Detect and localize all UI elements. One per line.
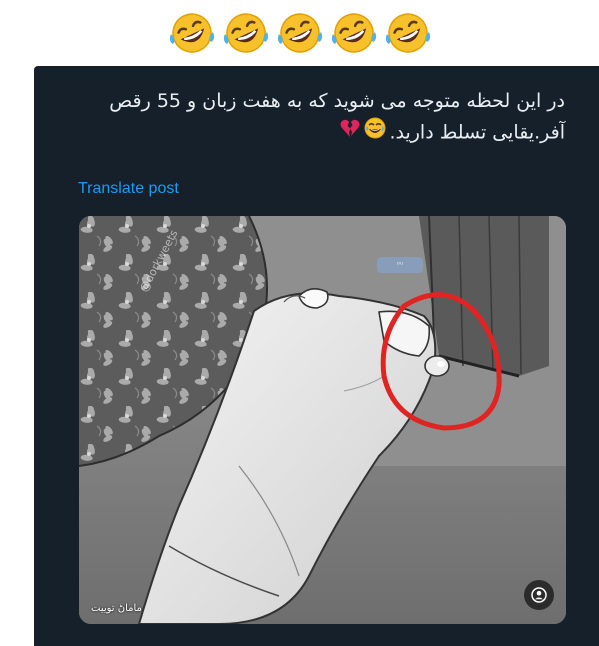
post-text-line-2: آفر.یقایی تسلط دارید. <box>85 117 565 149</box>
rofl-icon <box>220 9 272 57</box>
person-circle-icon <box>531 587 547 603</box>
post-text: در این لحظه متوجه می شوید که به هفت زبان… <box>85 86 565 149</box>
post-text-line-2-text: آفر.یقایی تسلط دارید. <box>389 121 565 144</box>
joy-icon <box>364 117 386 149</box>
emoji-header <box>0 0 599 66</box>
broken-heart-icon <box>339 117 361 149</box>
account-button[interactable] <box>524 580 554 610</box>
overlay-logo: ماماڻ توییت <box>91 603 142 614</box>
post-card: در این لحظه متوجه می شوید که به هفت زبان… <box>34 66 599 646</box>
rofl-icon <box>328 9 380 57</box>
watermark-badge: ᵒᵘ <box>377 257 423 273</box>
rofl-icon <box>382 9 434 57</box>
rofl-icon <box>166 9 218 57</box>
post-text-line-1: در این لحظه متوجه می شوید که به هفت زبان… <box>109 90 565 112</box>
pinky-toe <box>424 355 450 377</box>
rofl-icon <box>274 9 326 57</box>
post-image[interactable]: @dorkweets ᵒᵘ ماماڻ توییت <box>79 216 566 624</box>
screenshot: در این لحظه متوجه می شوید که به هفت زبان… <box>0 0 599 646</box>
translate-post-link[interactable]: Translate post <box>78 180 179 198</box>
